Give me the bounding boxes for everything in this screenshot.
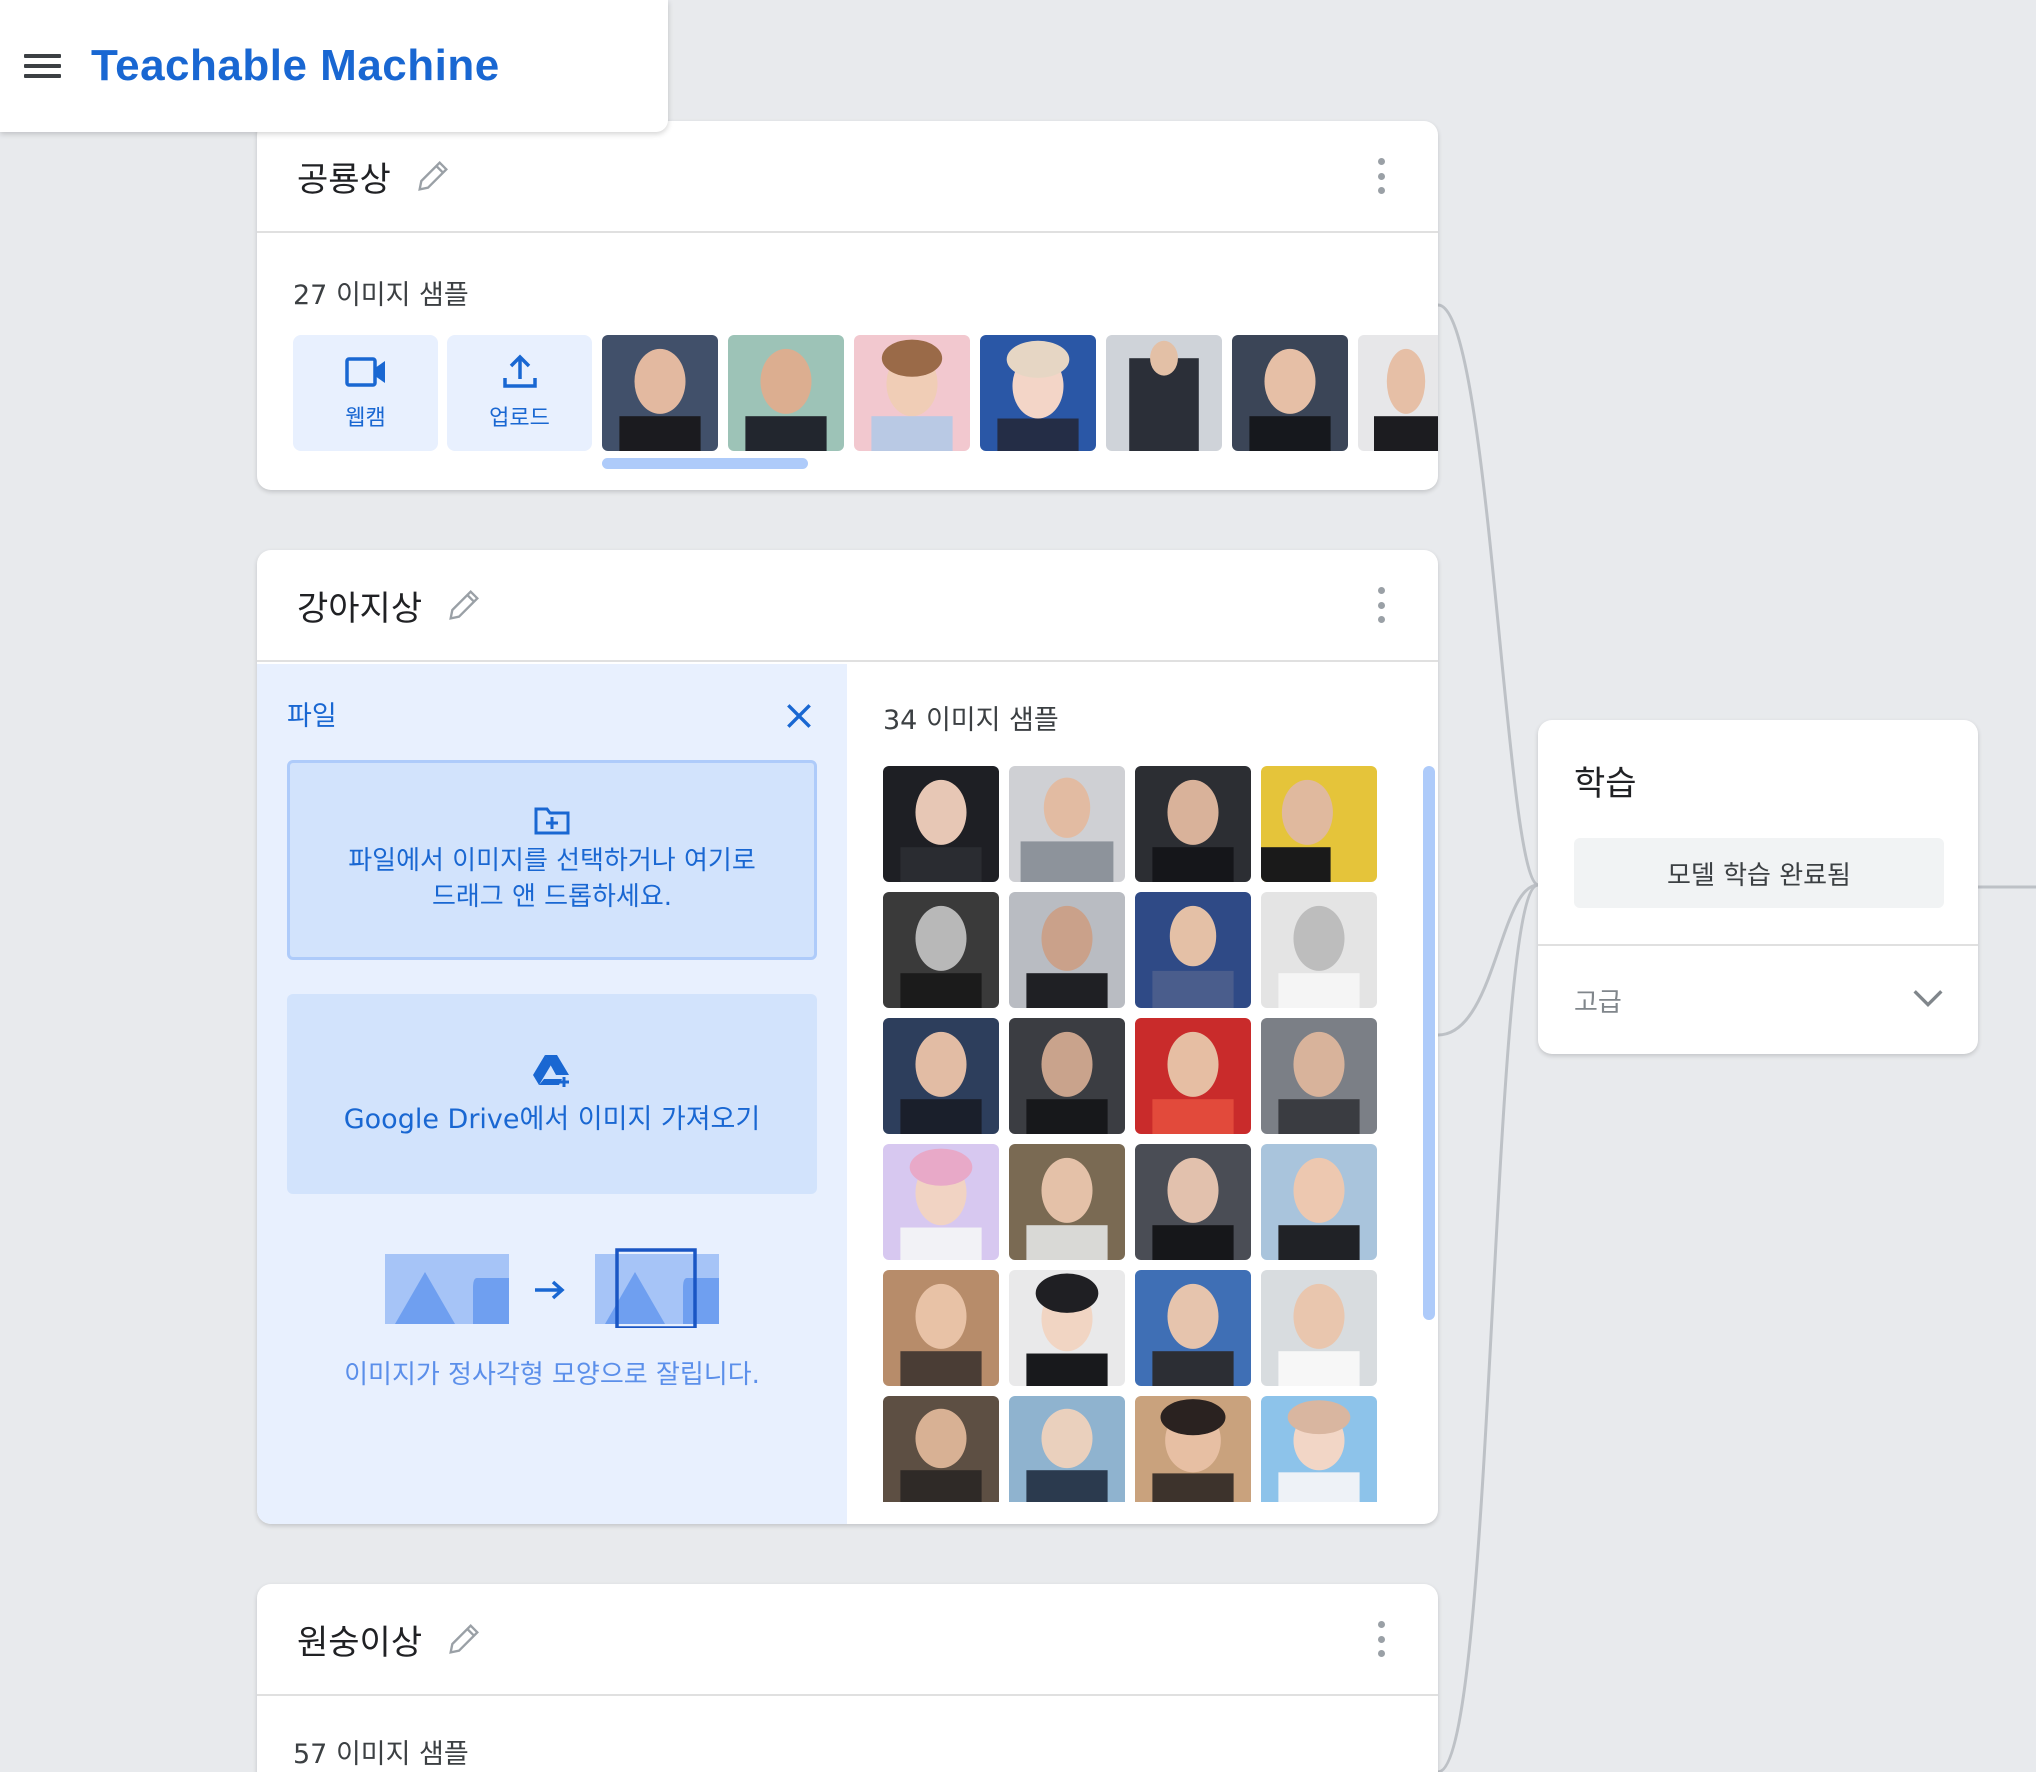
- class-header: 원숭이상: [257, 1584, 1438, 1696]
- training-title: 학습: [1574, 764, 1637, 804]
- google-drive-icon: [533, 1054, 569, 1087]
- class-header: 공룡상: [257, 121, 1438, 233]
- class-card-3: 원숭이상 57 이미지 샘플: [257, 1584, 1438, 1772]
- sample-thumbnail[interactable]: [883, 1270, 999, 1386]
- divider: [1538, 944, 1978, 946]
- sample-thumbnail[interactable]: [883, 766, 999, 882]
- drop-text-line2: 드래그 앤 드롭하세요.: [431, 882, 673, 912]
- file-upload-pane: 파일 파일에서 이미지를 선택하거나 여기로 드래그 앤 드롭하세요. Goog…: [257, 664, 847, 1524]
- sample-thumbnail[interactable]: [1261, 892, 1377, 1008]
- sample-thumbnail[interactable]: [1261, 1396, 1377, 1502]
- samples-count: 34 이미지 샘플: [883, 705, 1059, 736]
- sample-thumbnail[interactable]: [1358, 335, 1438, 451]
- sample-thumbnail[interactable]: [1135, 1396, 1251, 1502]
- edit-pencil-icon[interactable]: [413, 156, 453, 196]
- sample-thumbnail[interactable]: [1135, 1270, 1251, 1386]
- advanced-toggle[interactable]: 고급: [1574, 982, 1622, 1019]
- google-drive-import-button[interactable]: Google Drive에서 이미지 가져오기: [287, 994, 817, 1194]
- hamburger-menu-icon[interactable]: [24, 54, 61, 78]
- class-name[interactable]: 공룡상: [297, 152, 391, 201]
- upload-pane-title: 파일: [287, 701, 337, 732]
- sample-thumbnail[interactable]: [883, 1018, 999, 1134]
- sample-thumbnail[interactable]: [1009, 1018, 1125, 1134]
- webcam-button[interactable]: 웹캠: [293, 335, 438, 451]
- sample-thumbnail[interactable]: [602, 335, 718, 451]
- upload-label: 업로드: [489, 406, 550, 431]
- webcam-label: 웹캠: [345, 406, 386, 431]
- samples-count: 57 이미지 샘플: [293, 1739, 469, 1770]
- file-drop-zone[interactable]: 파일에서 이미지를 선택하거나 여기로 드래그 앤 드롭하세요.: [287, 760, 817, 960]
- vertical-scrollbar[interactable]: [1423, 766, 1435, 1320]
- class-card-2: 강아지상 파일 파일에서 이미지를 선택하거나 여기로 드래그 앤 드롭하세요.…: [257, 550, 1438, 1524]
- upload-icon: [502, 354, 537, 388]
- class-name[interactable]: 강아지상: [297, 581, 422, 630]
- crop-note: 이미지가 정사각형 모양으로 잘립니다.: [344, 1360, 760, 1390]
- drop-text-line1: 파일에서 이미지를 선택하거나 여기로: [348, 846, 756, 876]
- sample-thumbnail[interactable]: [883, 1144, 999, 1260]
- sample-thumbnail[interactable]: [1135, 766, 1251, 882]
- sample-thumbnail[interactable]: [728, 335, 844, 451]
- training-card: 학습 모델 학습 완료됨 고급: [1538, 720, 1978, 1054]
- drive-text: Google Drive에서 이미지 가져오기: [343, 1103, 761, 1135]
- close-icon[interactable]: [783, 700, 815, 732]
- sample-thumbnail[interactable]: [1135, 1018, 1251, 1134]
- chevron-down-icon[interactable]: [1908, 978, 1948, 1018]
- sample-thumbnail[interactable]: [883, 892, 999, 1008]
- sample-thumbnail[interactable]: [1009, 892, 1125, 1008]
- sample-thumbnail[interactable]: [1261, 1018, 1377, 1134]
- webcam-icon: [344, 357, 385, 387]
- edit-pencil-icon[interactable]: [444, 1619, 484, 1659]
- upload-button[interactable]: 업로드: [447, 335, 592, 451]
- sample-thumbnail[interactable]: [1261, 1270, 1377, 1386]
- more-options-icon[interactable]: [1376, 587, 1386, 623]
- class-card-1: 공룡상 27 이미지 샘플 웹캠 업로드: [257, 121, 1438, 490]
- sample-thumbnail[interactable]: [1232, 335, 1348, 451]
- sample-thumbnail[interactable]: [1106, 335, 1222, 451]
- add-folder-icon: [534, 807, 570, 835]
- edit-pencil-icon[interactable]: [444, 585, 484, 625]
- app-header: Teachable Machine: [0, 0, 668, 132]
- sample-thumbnail[interactable]: [1261, 1144, 1377, 1260]
- sample-thumbnail[interactable]: [1009, 1396, 1125, 1502]
- sample-thumbnail[interactable]: [1135, 1144, 1251, 1260]
- sample-thumbnail[interactable]: [1261, 766, 1377, 882]
- sample-thumbnail[interactable]: [1009, 1270, 1125, 1386]
- horizontal-scrollbar[interactable]: [602, 458, 808, 469]
- class-name[interactable]: 원숭이상: [297, 1615, 422, 1664]
- more-options-icon[interactable]: [1376, 1621, 1386, 1657]
- app-title[interactable]: Teachable Machine: [91, 41, 500, 91]
- sample-thumbnail[interactable]: [854, 335, 970, 451]
- sample-thumbnail[interactable]: [1009, 766, 1125, 882]
- class-header: 강아지상: [257, 550, 1438, 662]
- sample-thumbnail[interactable]: [980, 335, 1096, 451]
- sample-thumbnail[interactable]: [1135, 892, 1251, 1008]
- train-model-button[interactable]: 모델 학습 완료됨: [1574, 838, 1944, 908]
- sample-thumbnail[interactable]: [883, 1396, 999, 1502]
- more-options-icon[interactable]: [1376, 158, 1386, 194]
- crop-illustration-icon: [385, 1248, 719, 1328]
- sample-thumbnail[interactable]: [1009, 1144, 1125, 1260]
- samples-count: 27 이미지 샘플: [293, 280, 469, 311]
